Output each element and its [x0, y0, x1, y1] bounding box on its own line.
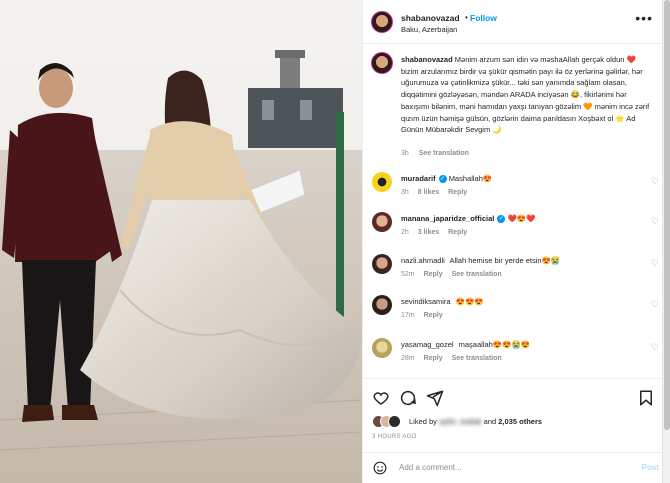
comment-likes[interactable]: 8 likes: [418, 189, 439, 196]
comment-time: 28m: [401, 355, 415, 362]
comment-item: manana_japaridze_official ✓ ❤️😍❤️ 2h 3 li…: [363, 212, 663, 252]
commenter-avatar[interactable]: [372, 338, 392, 358]
more-options-icon[interactable]: •••: [635, 10, 653, 26]
likes-others-count[interactable]: 2,035 others: [498, 417, 542, 426]
author-avatar[interactable]: [371, 11, 393, 33]
post-timestamp: 3 HOURS AGO: [372, 434, 417, 440]
comment-like-heart-icon[interactable]: ♡: [651, 342, 659, 353]
comment-username[interactable]: yasamag_gozel: [401, 340, 454, 349]
comment-item: sevindiksamira 😍😍😍 17m Reply ♡: [363, 295, 663, 335]
post-location[interactable]: Baku, Azerbaijan: [401, 25, 457, 34]
comment-text: manana_japaridze_official ✓ ❤️😍❤️: [401, 214, 621, 224]
comment-reply-button[interactable]: Reply: [424, 271, 443, 278]
post-side-panel: shabanovazad • Follow Baku, Azerbaijan •…: [362, 0, 663, 483]
comment-like-heart-icon[interactable]: ♡: [651, 299, 659, 310]
comment-body: maşaallah😍😍😭😍: [458, 340, 531, 349]
comment-text: nazli.ahmadli Allah hemise bir yerde ets…: [401, 256, 621, 265]
caption-time: 3h: [401, 150, 409, 157]
wedding-photo-image: [0, 0, 362, 483]
comment-text: yasamag_gozel maşaallah😍😍😭😍: [401, 340, 621, 349]
comment-username[interactable]: manana_japaridze_official: [401, 214, 494, 223]
bookmark-icon[interactable]: [637, 389, 655, 407]
comment-time: 3h: [401, 189, 409, 196]
commenter-avatar[interactable]: [372, 254, 392, 274]
caption-meta: 3h See translation: [401, 150, 477, 157]
comment-meta: 28m Reply See translation: [401, 355, 509, 362]
heart-icon[interactable]: [372, 389, 390, 407]
comment-icon[interactable]: [399, 389, 417, 407]
caption-username[interactable]: shabanovazad: [401, 55, 453, 64]
comment-reply-button[interactable]: Reply: [424, 312, 443, 319]
comment-item: yasamag_gozel maşaallah😍😍😭😍 28m Reply Se…: [363, 338, 663, 378]
comment-meta: 3h 8 likes Reply: [401, 189, 474, 196]
comment-meta: 52m Reply See translation: [401, 271, 509, 278]
post-photo[interactable]: [0, 0, 362, 483]
comment-like-heart-icon[interactable]: ♡: [651, 176, 659, 187]
share-icon[interactable]: [426, 389, 444, 407]
likes-prefix: Liked by: [409, 417, 437, 426]
comment-body: ❤️😍❤️: [507, 214, 536, 223]
comment-item: muradarif ✓ Mashallah😍 3h 8 likes Reply ♡: [363, 172, 663, 212]
scrollbar-thumb[interactable]: [664, 0, 670, 430]
comment-input[interactable]: Add a comment...: [399, 463, 462, 472]
comment-meta: 2h 3 likes Reply: [401, 229, 474, 236]
comment-body: 😍😍😍: [455, 297, 484, 306]
liker-avatar: [388, 415, 401, 428]
comment-text: muradarif ✓ Mashallah😍: [401, 174, 621, 184]
author-username[interactable]: shabanovazad: [401, 13, 460, 23]
caption-text: shabanovazad Mənim arzum sən idin və məs…: [401, 54, 651, 136]
commenter-avatar[interactable]: [372, 212, 392, 232]
caption-author-avatar[interactable]: [371, 52, 393, 74]
comment-username[interactable]: sevindiksamira: [401, 297, 451, 306]
likes-first-user[interactable]: aylin_malak: [439, 417, 482, 426]
comment-item: nazli.ahmadli Allah hemise bir yerde ets…: [363, 254, 663, 294]
comment-meta: 17m Reply: [401, 312, 450, 319]
comment-time: 17m: [401, 312, 415, 319]
add-comment-bar: Add a comment... Post: [363, 452, 663, 483]
post-actions: Liked by aylin_malak and 2,035 others 3 …: [363, 378, 663, 440]
likes-and: and: [483, 417, 497, 426]
comment-body: Mashallah😍: [448, 174, 493, 183]
post-header: shabanovazad • Follow Baku, Azerbaijan •…: [363, 0, 663, 44]
scrollbar[interactable]: [662, 0, 670, 483]
follow-button[interactable]: Follow: [470, 13, 497, 23]
comment-reply-button[interactable]: Reply: [448, 229, 467, 236]
post-comment-button[interactable]: Post: [642, 463, 659, 472]
comment-likes[interactable]: 3 likes: [418, 229, 439, 236]
comment-username[interactable]: nazli.ahmadli: [401, 256, 445, 265]
comment-see-translation[interactable]: See translation: [452, 355, 502, 362]
comment-see-translation[interactable]: See translation: [452, 271, 502, 278]
emoji-icon[interactable]: [373, 461, 387, 475]
caption-see-translation[interactable]: See translation: [419, 150, 469, 157]
verified-badge-icon: ✓: [497, 215, 506, 224]
separator-dot: •: [465, 13, 468, 22]
comment-time: 52m: [401, 271, 415, 278]
commenter-avatar[interactable]: [372, 295, 392, 315]
comment-time: 2h: [401, 229, 409, 236]
verified-badge-icon: ✓: [438, 175, 447, 184]
comment-like-heart-icon[interactable]: ♡: [651, 216, 659, 227]
commenter-avatar[interactable]: [372, 172, 392, 192]
comment-text: sevindiksamira 😍😍😍: [401, 297, 621, 306]
likes-text: Liked by aylin_malak and 2,035 others: [409, 417, 542, 426]
comment-body: Allah hemise bir yerde etsin😍😭: [449, 256, 561, 265]
comment-reply-button[interactable]: Reply: [448, 189, 467, 196]
comment-reply-button[interactable]: Reply: [424, 355, 443, 362]
caption-body: Mənim arzum sən idin və məshaAllah gerçə…: [401, 55, 650, 135]
comment-username[interactable]: muradarif: [401, 174, 436, 183]
likes-summary: Liked by aylin_malak and 2,035 others: [372, 415, 652, 429]
comment-like-heart-icon[interactable]: ♡: [651, 258, 659, 269]
